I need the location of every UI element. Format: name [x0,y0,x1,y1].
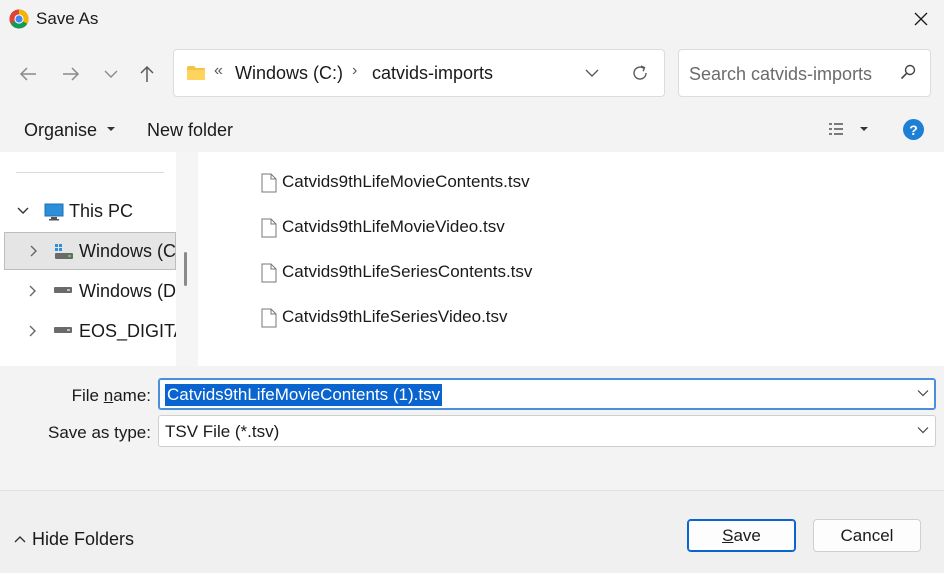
save-accelerator: S [722,525,734,545]
document-icon [261,173,277,193]
file-name: Catvids9thLifeSeriesVideo.tsv [282,307,508,326]
scrollbar-thumb[interactable] [184,252,187,286]
refresh-button[interactable] [630,63,652,85]
address-history-dropdown[interactable] [584,64,606,84]
navigation-bar: « Windows (C:) › catvids-imports Search … [0,38,944,108]
chevron-down-icon [17,207,29,214]
label-part: File [71,386,104,405]
close-icon [914,12,928,26]
save-type-value: TSV File (*.tsv) [165,422,280,441]
forward-button[interactable] [56,60,86,88]
removable-drive-icon [54,327,72,333]
chevron-right-icon [29,325,36,337]
file-name-label: File name: [72,386,151,406]
tree-item-label: This PC [69,201,134,221]
browser-panes: This PC Windows (C Windows (D EOS_DIGITA… [0,152,944,366]
tree-item-this-pc[interactable]: This PC [0,193,176,231]
address-separator[interactable]: › [352,62,357,80]
tree-item-windows-d[interactable]: Windows (D [0,273,176,311]
navigation-pane[interactable]: This PC Windows (C Windows (D EOS_DIGITA [0,152,176,366]
system-drive-icon [55,244,73,259]
address-segment-folder[interactable]: catvids-imports [372,63,493,84]
file-name-field[interactable]: Catvids9thLifeMovieContents (1).tsv [158,378,936,410]
chrome-icon [9,9,29,29]
folder-icon [187,66,205,80]
organise-label: Organise [24,120,98,140]
new-folder-button[interactable]: New folder [147,120,233,141]
window-title: Save As [36,9,99,28]
caret-down-icon [107,127,116,131]
file-name-value[interactable]: Catvids9thLifeMovieContents (1).tsv [165,384,443,406]
nav-divider [16,172,164,173]
organise-menu-button[interactable]: Organise [24,120,116,141]
save-button[interactable]: Save [687,519,796,552]
tree-item-label: Windows (D [79,281,176,301]
document-icon [261,308,277,328]
arrow-up-icon [140,65,154,82]
save-label: ave [733,525,761,545]
cancel-button[interactable]: Cancel [813,519,921,552]
save-type-select[interactable]: TSV File (*.tsv) [158,415,936,447]
arrow-right-icon [63,67,80,81]
chevron-right-icon [29,285,36,297]
document-icon [261,263,277,283]
chevron-up-icon [14,536,26,543]
file-name: Catvids9thLifeMovieVideo.tsv [282,217,505,236]
dialog-footer: Hide Folders Save Cancel [0,490,944,573]
chevron-down-icon[interactable] [917,389,929,397]
save-fields: File name: Catvids9thLifeMovieContents (… [0,366,944,490]
tree-item-eos-digital[interactable]: EOS_DIGITA [0,313,176,351]
close-button[interactable] [898,0,944,38]
recent-locations-button[interactable] [96,60,126,88]
tree-item-windows-c[interactable]: Windows (C [4,232,176,270]
chevron-down-icon [917,427,929,434]
address-bar[interactable]: « Windows (C:) › catvids-imports [173,49,665,97]
command-bar: Organise New folder ? [0,108,944,152]
save-type-label: Save as type: [47,423,151,442]
tree-item-label: EOS_DIGITA [79,321,176,341]
search-input[interactable]: Search catvids-imports [689,64,872,85]
search-icon [900,64,916,80]
label-accelerator: n [103,386,114,405]
computer-icon [44,203,64,221]
label-part: ame: [113,386,151,405]
search-box[interactable]: Search catvids-imports [678,49,931,97]
help-button[interactable]: ? [903,119,924,140]
drive-icon [54,287,72,293]
chevron-down-icon [104,70,118,78]
nav-scrollbar[interactable] [176,152,198,366]
document-icon [261,218,277,238]
file-name: Catvids9thLifeSeriesContents.tsv [282,262,533,281]
chevron-right-icon [30,245,37,257]
change-view-button[interactable] [828,121,869,141]
tree-item-label: Windows (C [79,241,176,261]
back-button[interactable] [13,60,43,88]
file-name: Catvids9thLifeMovieContents.tsv [282,172,530,191]
details-view-icon [829,123,843,135]
hide-folders-button[interactable]: Hide Folders [14,529,134,550]
up-button[interactable] [132,60,162,88]
file-list[interactable]: Catvids9thLifeMovieContents.tsv Catvids9… [198,152,944,366]
arrow-left-icon [19,67,36,81]
address-overflow-button[interactable]: « [214,62,223,80]
chevron-down-icon [585,69,599,77]
address-segment-drive[interactable]: Windows (C:) [235,63,343,84]
refresh-icon [633,65,647,80]
caret-down-icon [859,127,868,131]
title-bar: Save As [0,0,944,38]
hide-folders-label: Hide Folders [32,529,135,549]
